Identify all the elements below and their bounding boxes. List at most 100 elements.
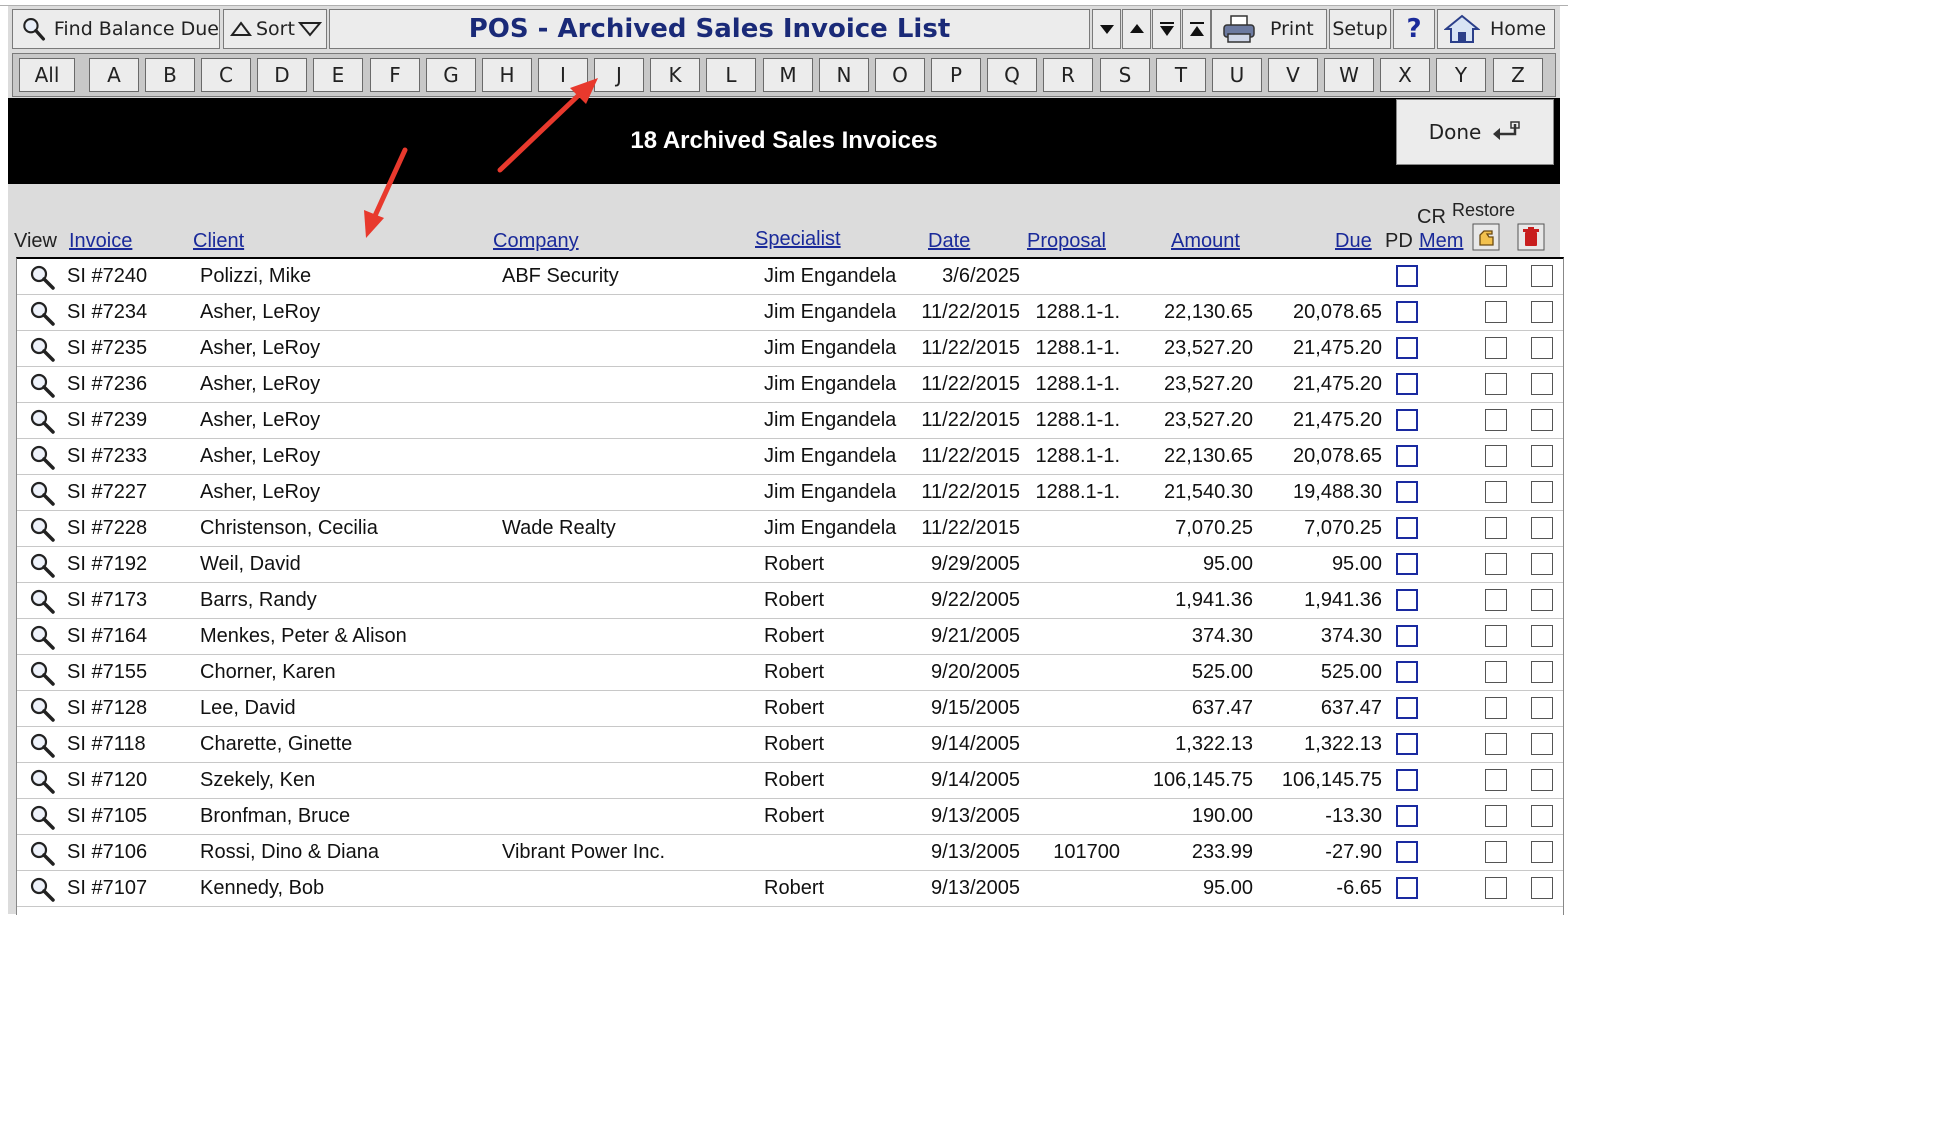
- cell-invoice[interactable]: SI #7234: [67, 301, 147, 324]
- pd-checkbox[interactable]: [1396, 805, 1418, 827]
- view-invoice-magnifier-icon[interactable]: [29, 588, 55, 614]
- pd-checkbox[interactable]: [1396, 553, 1418, 575]
- header-specialist-sort[interactable]: Specialist: [755, 228, 841, 251]
- delete-checkbox[interactable]: [1531, 841, 1553, 863]
- cell-invoice[interactable]: SI #7128: [67, 697, 147, 720]
- pd-checkbox[interactable]: [1396, 445, 1418, 467]
- dropdown-menu-button[interactable]: [1092, 9, 1121, 49]
- letter-filter-y[interactable]: Y: [1436, 58, 1486, 92]
- view-invoice-magnifier-icon[interactable]: [29, 372, 55, 398]
- restore-checkbox[interactable]: [1485, 517, 1507, 539]
- pd-checkbox[interactable]: [1396, 409, 1418, 431]
- view-invoice-magnifier-icon[interactable]: [29, 840, 55, 866]
- letter-filter-o[interactable]: O: [875, 58, 925, 92]
- letter-filter-g[interactable]: G: [426, 58, 476, 92]
- cell-invoice[interactable]: SI #7240: [67, 265, 147, 288]
- delete-checkbox[interactable]: [1531, 805, 1553, 827]
- first-record-button[interactable]: [1182, 9, 1211, 49]
- pd-checkbox[interactable]: [1396, 373, 1418, 395]
- view-invoice-magnifier-icon[interactable]: [29, 300, 55, 326]
- pd-checkbox[interactable]: [1396, 877, 1418, 899]
- delete-checkbox[interactable]: [1531, 337, 1553, 359]
- delete-checkbox[interactable]: [1531, 877, 1553, 899]
- letter-filter-s[interactable]: S: [1100, 58, 1150, 92]
- setup-button[interactable]: Setup: [1329, 9, 1391, 49]
- restore-checkbox[interactable]: [1485, 553, 1507, 575]
- view-invoice-magnifier-icon[interactable]: [29, 732, 55, 758]
- restore-checkbox[interactable]: [1485, 445, 1507, 467]
- cell-invoice[interactable]: SI #7155: [67, 661, 147, 684]
- letter-filter-l[interactable]: L: [706, 58, 756, 92]
- restore-checkbox[interactable]: [1485, 805, 1507, 827]
- header-company-sort[interactable]: Company: [493, 230, 579, 253]
- letter-filter-i[interactable]: I: [538, 58, 588, 92]
- letter-filter-r[interactable]: R: [1043, 58, 1093, 92]
- last-record-button[interactable]: [1152, 9, 1181, 49]
- cell-invoice[interactable]: SI #7192: [67, 553, 147, 576]
- delete-checkbox[interactable]: [1531, 445, 1553, 467]
- pd-checkbox[interactable]: [1396, 337, 1418, 359]
- letter-filter-k[interactable]: K: [650, 58, 700, 92]
- letter-filter-u[interactable]: U: [1212, 58, 1262, 92]
- delete-checkbox[interactable]: [1531, 373, 1553, 395]
- cell-invoice[interactable]: SI #7227: [67, 481, 147, 504]
- done-button[interactable]: Done: [1396, 99, 1554, 165]
- delete-checkbox[interactable]: [1531, 553, 1553, 575]
- letter-filter-w[interactable]: W: [1324, 58, 1374, 92]
- pd-checkbox[interactable]: [1396, 301, 1418, 323]
- delete-checkbox[interactable]: [1531, 301, 1553, 323]
- pd-checkbox[interactable]: [1396, 481, 1418, 503]
- restore-checkbox[interactable]: [1485, 481, 1507, 503]
- cell-invoice[interactable]: SI #7233: [67, 445, 147, 468]
- delete-checkbox[interactable]: [1531, 769, 1553, 791]
- cell-invoice[interactable]: SI #7239: [67, 409, 147, 432]
- letter-filter-d[interactable]: D: [257, 58, 307, 92]
- delete-checkbox[interactable]: [1531, 733, 1553, 755]
- cell-invoice[interactable]: SI #7173: [67, 589, 147, 612]
- view-invoice-magnifier-icon[interactable]: [29, 624, 55, 650]
- pd-checkbox[interactable]: [1396, 265, 1418, 287]
- view-invoice-magnifier-icon[interactable]: [29, 516, 55, 542]
- restore-checkbox[interactable]: [1485, 625, 1507, 647]
- cell-invoice[interactable]: SI #7107: [67, 877, 147, 900]
- letter-filter-c[interactable]: C: [201, 58, 251, 92]
- restore-checkbox[interactable]: [1485, 661, 1507, 683]
- letter-filter-n[interactable]: N: [819, 58, 869, 92]
- cell-invoice[interactable]: SI #7118: [67, 733, 146, 756]
- letter-filter-all[interactable]: All: [19, 58, 75, 92]
- restore-checkbox[interactable]: [1485, 769, 1507, 791]
- letter-filter-v[interactable]: V: [1268, 58, 1318, 92]
- delete-checkbox[interactable]: [1531, 517, 1553, 539]
- view-invoice-magnifier-icon[interactable]: [29, 336, 55, 362]
- view-invoice-magnifier-icon[interactable]: [29, 660, 55, 686]
- header-invoice-sort[interactable]: Invoice: [69, 230, 132, 253]
- view-invoice-magnifier-icon[interactable]: [29, 696, 55, 722]
- cell-invoice[interactable]: SI #7164: [67, 625, 147, 648]
- letter-filter-q[interactable]: Q: [987, 58, 1037, 92]
- previous-record-button[interactable]: [1122, 9, 1151, 49]
- pd-checkbox[interactable]: [1396, 769, 1418, 791]
- header-mem-sort[interactable]: Mem: [1419, 230, 1463, 253]
- delete-checkbox[interactable]: [1531, 625, 1553, 647]
- letter-filter-b[interactable]: B: [145, 58, 195, 92]
- pd-checkbox[interactable]: [1396, 517, 1418, 539]
- header-amount-sort[interactable]: Amount: [1171, 230, 1240, 253]
- header-client-sort[interactable]: Client: [193, 230, 244, 253]
- pd-checkbox[interactable]: [1396, 733, 1418, 755]
- restore-checkbox[interactable]: [1485, 877, 1507, 899]
- letter-filter-f[interactable]: F: [370, 58, 420, 92]
- cell-invoice[interactable]: SI #7120: [67, 769, 147, 792]
- header-due-sort[interactable]: Due: [1335, 230, 1372, 253]
- view-invoice-magnifier-icon[interactable]: [29, 876, 55, 902]
- view-invoice-magnifier-icon[interactable]: [29, 408, 55, 434]
- letter-filter-p[interactable]: P: [931, 58, 981, 92]
- find-balance-due-button[interactable]: Find Balance Due: [12, 9, 220, 49]
- restore-hand-icon[interactable]: [1472, 223, 1500, 251]
- trash-icon[interactable]: [1517, 223, 1545, 251]
- letter-filter-j[interactable]: J: [594, 58, 644, 92]
- restore-checkbox[interactable]: [1485, 409, 1507, 431]
- pd-checkbox[interactable]: [1396, 661, 1418, 683]
- view-invoice-magnifier-icon[interactable]: [29, 768, 55, 794]
- header-date-sort[interactable]: Date: [928, 230, 970, 253]
- cell-invoice[interactable]: SI #7236: [67, 373, 147, 396]
